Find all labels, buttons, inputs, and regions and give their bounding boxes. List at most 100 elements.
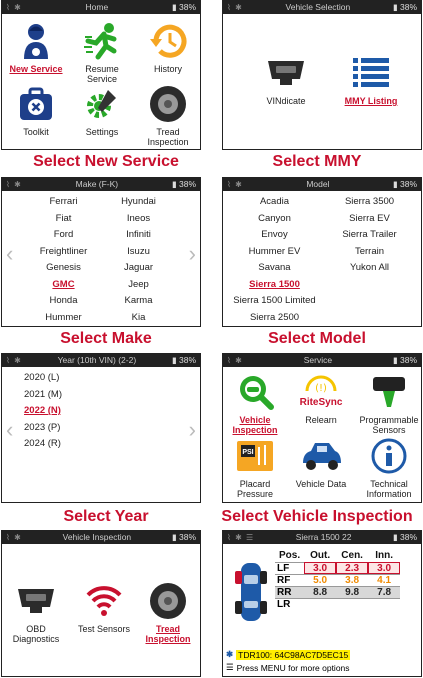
step-caption: Select Vehicle Inspection — [221, 508, 413, 525]
wifi-bluetooth-icon: ⌇ ✱ — [6, 533, 22, 542]
tire-row[interactable]: LF 3.0 2.3 3.0 — [275, 561, 401, 574]
make-option[interactable]: Honda — [26, 295, 101, 312]
make-option[interactable]: Hummer — [26, 312, 101, 327]
wifi-bluetooth-menu-icon: ⌇ ✱ ☰ — [227, 533, 255, 542]
sensor-icon — [367, 372, 411, 412]
programmable-sensors-button[interactable]: Programmable Sensors — [357, 372, 421, 435]
model-option[interactable]: Terrain — [322, 246, 417, 263]
obd-diagnostics-button[interactable]: OBD Diagnostics — [6, 581, 66, 644]
make-option[interactable]: Genesis — [26, 262, 101, 279]
wifi-bluetooth-icon: ⌇ ✱ — [6, 356, 22, 365]
bluetooth-icon: ✱ — [226, 649, 234, 659]
history-button[interactable]: History — [138, 21, 198, 74]
model-option[interactable]: Sierra Trailer — [322, 229, 417, 246]
tread-inspection-button[interactable]: Tread Inspection — [138, 581, 198, 644]
tread-depth-inn — [368, 597, 401, 610]
battery-indicator: ▮ 38% — [392, 2, 417, 12]
status-bar: ⌇ ✱ Year (10th VIN) (2-2) ▮ 38% — [2, 354, 200, 367]
vindicate-button[interactable]: VINdicate — [253, 53, 319, 106]
technical-information-button[interactable]: Technical Information — [357, 436, 421, 499]
status-bar: ⌇ ✱ Make (F-K) ▮ 38% — [2, 178, 200, 191]
placard-pressure-button[interactable]: PSI Placard Pressure — [225, 436, 285, 499]
year-option[interactable]: 2024 (R) — [24, 436, 62, 453]
toolkit-icon — [14, 84, 58, 124]
tread-depth-inn: 3.0 — [368, 561, 401, 574]
wifi-bluetooth-icon: ⌇ ✱ — [6, 180, 22, 189]
make-option[interactable]: Freightliner — [26, 246, 101, 263]
model-option[interactable]: Envoy — [227, 229, 322, 246]
chevron-left-icon[interactable]: ‹ — [6, 419, 13, 441]
model-option[interactable]: Yukon All — [322, 262, 417, 279]
year-option[interactable]: 2020 (L) — [24, 370, 62, 387]
relearn-button[interactable]: (!) RiteSync Relearn — [291, 372, 351, 425]
wifi-bluetooth-icon: ⌇ ✱ — [227, 180, 243, 189]
model-option[interactable]: Canyon — [227, 213, 322, 230]
column-header: Out. — [310, 549, 331, 561]
menu-hint-row: ☰ Press MENU for more options — [226, 662, 350, 673]
tread-depth-cen: 3.8 — [336, 573, 369, 586]
make-screen: ⌇ ✱ Make (F-K) ▮ 38% ‹ › Ferrari Hyundai F… — [1, 177, 201, 327]
step-caption: Select Make — [60, 330, 152, 347]
resume-service-button[interactable]: Resume Service — [72, 21, 132, 84]
toolkit-button[interactable]: Toolkit — [6, 84, 66, 137]
make-option[interactable]: Infiniti — [101, 229, 176, 246]
tire-row[interactable]: RF 5.0 3.8 4.1 — [275, 573, 401, 586]
wireless-icon — [82, 581, 126, 621]
test-sensors-button[interactable]: Test Sensors — [72, 581, 136, 634]
year-option[interactable]: 2023 (P) — [24, 420, 62, 437]
chevron-right-icon[interactable]: › — [189, 419, 196, 441]
make-option[interactable]: Jaguar — [101, 262, 176, 279]
battery-indicator: ▮ 38% — [171, 355, 196, 365]
tire-row[interactable]: LR — [275, 597, 401, 610]
obd-port-icon — [264, 53, 308, 93]
mmy-listing-button[interactable]: MMY Listing — [333, 53, 409, 106]
model-empty-cell — [322, 312, 417, 327]
wifi-bluetooth-icon: ⌇ ✱ — [6, 3, 22, 12]
running-man-icon — [80, 21, 124, 61]
battery-indicator: ▮ 38% — [171, 532, 196, 542]
make-option[interactable]: GMC — [26, 279, 101, 296]
model-empty-cell — [322, 279, 417, 296]
svg-text:RiteSync: RiteSync — [300, 397, 343, 408]
tread-inspection-button[interactable]: Tread Inspection — [138, 84, 198, 147]
vehicle-inspection-screen: ⌇ ✱ Vehicle Inspection ▮ 38% OBD Diagnos… — [1, 530, 201, 677]
make-option[interactable]: Kia — [101, 312, 176, 327]
vehicle-data-button[interactable]: Vehicle Data — [291, 436, 351, 489]
step-caption: Select Year — [63, 508, 149, 525]
make-option[interactable]: Isuzu — [101, 246, 176, 263]
screen-title: Make (F-K) — [75, 179, 119, 189]
model-option[interactable]: Sierra 2500 — [227, 312, 322, 327]
year-screen: ⌇ ✱ Year (10th VIN) (2-2) ▮ 38% ‹ › 2020… — [1, 353, 201, 503]
make-option[interactable]: Ineos — [101, 213, 176, 230]
model-option[interactable]: Sierra 3500 — [322, 196, 417, 213]
vehicle-inspection-button[interactable]: Vehicle Inspection — [225, 372, 285, 435]
year-option[interactable]: 2021 (M) — [24, 387, 62, 404]
make-option[interactable]: Ferrari — [26, 196, 101, 213]
model-option[interactable]: Sierra 1500 — [227, 279, 322, 296]
model-list: Acadia Sierra 3500 Canyon Sierra EV Envoy Sie… — [223, 191, 421, 326]
make-option[interactable]: Jeep — [101, 279, 176, 296]
magnifier-car-icon — [233, 372, 277, 412]
ritesync-icon: (!) RiteSync — [299, 372, 343, 412]
settings-button[interactable]: Settings — [72, 84, 132, 137]
wifi-bluetooth-icon: ⌇ ✱ — [227, 3, 243, 12]
tire-row[interactable]: RR 8.8 9.8 7.8 — [275, 585, 401, 598]
tire-icon — [146, 84, 190, 124]
model-option[interactable]: Hummer EV — [227, 246, 322, 263]
model-option[interactable]: Savana — [227, 262, 322, 279]
new-service-button[interactable]: New Service — [6, 21, 66, 74]
step-caption: Select New Service — [33, 153, 179, 170]
make-option[interactable]: Ford — [26, 229, 101, 246]
make-option[interactable]: Karma — [101, 295, 176, 312]
screen-title: Home — [85, 2, 109, 12]
screen-title: Sierra 1500 22 — [295, 532, 352, 542]
tdr-id-row: ✱ TDR100: 64C98AC7D5EC15 — [226, 649, 351, 660]
make-option[interactable]: Fiat — [26, 213, 101, 230]
service-screen: ⌇ ✱ Service ▮ 38% Vehicle Inspection (!)… — [222, 353, 422, 503]
screen-title: Service — [303, 355, 333, 365]
model-option[interactable]: Acadia — [227, 196, 322, 213]
make-option[interactable]: Hyundai — [101, 196, 176, 213]
model-option[interactable]: Sierra EV — [322, 213, 417, 230]
model-option[interactable]: Sierra 1500 Limited — [227, 295, 322, 312]
year-option[interactable]: 2022 (N) — [24, 403, 62, 420]
